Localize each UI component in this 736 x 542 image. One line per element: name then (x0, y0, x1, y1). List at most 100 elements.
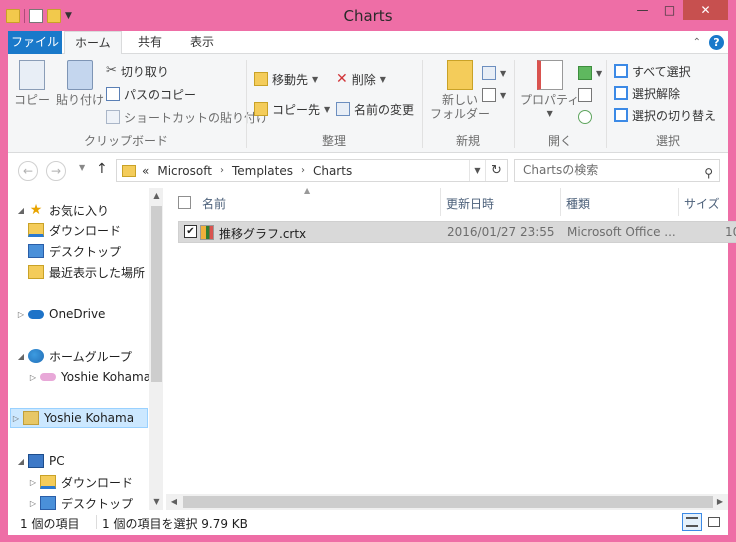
new-group: 新しい フォルダー ▼ ▼ 新規 (424, 54, 512, 153)
scroll-thumb[interactable] (183, 496, 713, 508)
tree-pc-downloads[interactable]: ▷ ダウンロード (28, 472, 133, 492)
file-checkbox[interactable]: ✔ (184, 225, 197, 238)
history-button[interactable] (578, 108, 592, 126)
nav-scrollbar[interactable]: ▲ ▼ (149, 188, 163, 510)
forward-button[interactable]: → (46, 161, 66, 181)
recent-locations-icon[interactable]: ▼ (79, 163, 85, 172)
tree-homegroup-user[interactable]: ▷ Yoshie Kohama (28, 367, 151, 387)
expanded-arrow-icon[interactable]: ◢ (16, 457, 26, 466)
properties-button[interactable]: プロパティ ▼ (520, 60, 579, 121)
copy-to-button[interactable]: コピー先 ▼ (254, 100, 330, 118)
tree-homegroup[interactable]: ◢ ホームグループ (16, 346, 132, 366)
breadcrumb-overflow[interactable]: « (142, 164, 149, 178)
address-bar[interactable]: « Microsoft › Templates › Charts ▼ ↻ (116, 159, 508, 182)
breadcrumb-templates[interactable]: Templates (232, 164, 293, 178)
easy-access-button[interactable]: ▼ (482, 86, 506, 104)
column-name[interactable]: 名前 (202, 195, 226, 211)
expanded-arrow-icon[interactable]: ◢ (16, 352, 26, 361)
copy-button[interactable]: コピー (14, 60, 50, 107)
scroll-thumb[interactable] (151, 206, 162, 382)
scroll-left-icon[interactable]: ◀ (166, 494, 182, 510)
move-to-button[interactable]: 移動先 ▼ (254, 70, 318, 88)
chart-template-icon (200, 225, 214, 240)
tree-desktop[interactable]: デスクトップ (28, 241, 121, 261)
chevron-right-icon[interactable]: › (220, 165, 224, 176)
move-to-icon (254, 72, 268, 86)
help-icon[interactable]: ? (709, 35, 724, 50)
tree-downloads[interactable]: ダウンロード (28, 220, 121, 240)
search-box[interactable]: Chartsの検索 ⚲ (514, 159, 720, 182)
qat-dropdown-icon[interactable]: ▼ (65, 11, 72, 21)
select-all-checkbox[interactable] (178, 196, 191, 209)
edit-icon (578, 88, 592, 102)
tab-view[interactable]: 表示 (180, 31, 224, 54)
tree-user-folder[interactable]: ▷ Yoshie Kohama (10, 408, 148, 428)
address-dropdown-icon[interactable]: ▼ (469, 160, 485, 181)
tab-home[interactable]: ホーム (64, 31, 122, 55)
select-group: すべて選択 選択解除 選択の切り替え 選択 (608, 54, 728, 153)
column-modified[interactable]: 更新日時 (446, 195, 494, 211)
invert-selection-button[interactable]: 選択の切り替え (614, 106, 716, 124)
column-divider[interactable] (440, 188, 441, 216)
collapsed-arrow-icon[interactable]: ▷ (11, 414, 21, 423)
paste-shortcut-button[interactable]: ショートカットの貼り付け (106, 108, 268, 126)
invert-selection-label: 選択の切り替え (632, 108, 717, 123)
tree-onedrive[interactable]: ▷ OneDrive (16, 304, 106, 324)
back-button[interactable]: ← (18, 161, 38, 181)
maximize-button[interactable]: □ (656, 0, 683, 20)
tree-pc[interactable]: ◢ PC (16, 451, 65, 471)
copy-path-button[interactable]: パスのコピー (106, 85, 196, 103)
chevron-right-icon[interactable]: › (301, 165, 305, 176)
select-none-button[interactable]: 選択解除 (614, 84, 680, 102)
file-row[interactable]: ✔ 推移グラフ.crtx 2016/01/27 23:55 Microsoft … (178, 221, 736, 243)
new-folder-icon[interactable] (47, 9, 61, 23)
select-all-button[interactable]: すべて選択 (614, 62, 691, 80)
collapsed-arrow-icon[interactable]: ▷ (28, 499, 38, 508)
large-icons-view-button[interactable] (704, 513, 724, 531)
new-folder-icon (447, 60, 473, 90)
view-switcher (682, 513, 724, 531)
column-divider[interactable] (560, 188, 561, 216)
column-size[interactable]: サイズ (684, 195, 720, 211)
delete-button[interactable]: ✕ 削除 ▼ (336, 70, 386, 88)
breadcrumb-charts[interactable]: Charts (313, 164, 352, 178)
properties-label: プロパティ (520, 93, 580, 107)
breadcrumb-microsoft[interactable]: Microsoft (157, 164, 212, 178)
collapse-ribbon-icon[interactable]: ⌃ (693, 37, 701, 48)
select-none-label: 選択解除 (632, 86, 681, 101)
new-item-button[interactable]: ▼ (482, 64, 506, 82)
new-folder-button[interactable]: 新しい フォルダー (430, 60, 490, 121)
scroll-down-icon[interactable]: ▼ (149, 494, 163, 510)
dropdown-icon: ▼ (379, 74, 386, 84)
column-type[interactable]: 種類 (566, 195, 590, 211)
tab-file[interactable]: ファイル (8, 31, 62, 54)
close-button[interactable]: ✕ (683, 0, 728, 20)
details-view-button[interactable] (682, 513, 702, 531)
tree-favorites[interactable]: ◢ ★ お気に入り (16, 200, 109, 220)
search-icon[interactable]: ⚲ (704, 163, 713, 184)
tab-share[interactable]: 共有 (128, 31, 172, 54)
scroll-up-icon[interactable]: ▲ (149, 188, 163, 204)
collapsed-arrow-icon[interactable]: ▷ (16, 310, 26, 319)
collapsed-arrow-icon[interactable]: ▷ (28, 478, 38, 487)
open-button[interactable]: ▼ (578, 64, 602, 82)
expanded-arrow-icon[interactable]: ◢ (16, 206, 26, 215)
properties-icon[interactable] (29, 9, 43, 23)
tree-pc-desktop[interactable]: ▷ デスクトップ (28, 493, 133, 510)
cut-button[interactable]: ✂ 切り取り (106, 62, 169, 80)
collapsed-arrow-icon[interactable]: ▷ (28, 373, 38, 382)
scroll-right-icon[interactable]: ▶ (712, 494, 728, 510)
tree-label: ダウンロード (61, 475, 134, 490)
horizontal-scrollbar[interactable]: ◀ ▶ (166, 494, 728, 510)
tree-recent-places[interactable]: 最近表示した場所 (28, 262, 145, 282)
paste-button[interactable]: 貼り付け (56, 60, 104, 107)
edit-button[interactable] (578, 86, 592, 104)
minimize-button[interactable]: — (629, 0, 656, 20)
dropdown-icon: ▼ (596, 68, 603, 78)
column-divider[interactable] (678, 188, 679, 216)
refresh-icon[interactable]: ↻ (485, 160, 507, 181)
organize-group: 移動先 ▼ コピー先 ▼ ✕ 削除 ▼ 名前の変更 整理 (248, 54, 420, 153)
group-divider (514, 60, 515, 148)
up-button[interactable]: ↑ (96, 161, 108, 177)
rename-button[interactable]: 名前の変更 (336, 100, 414, 118)
